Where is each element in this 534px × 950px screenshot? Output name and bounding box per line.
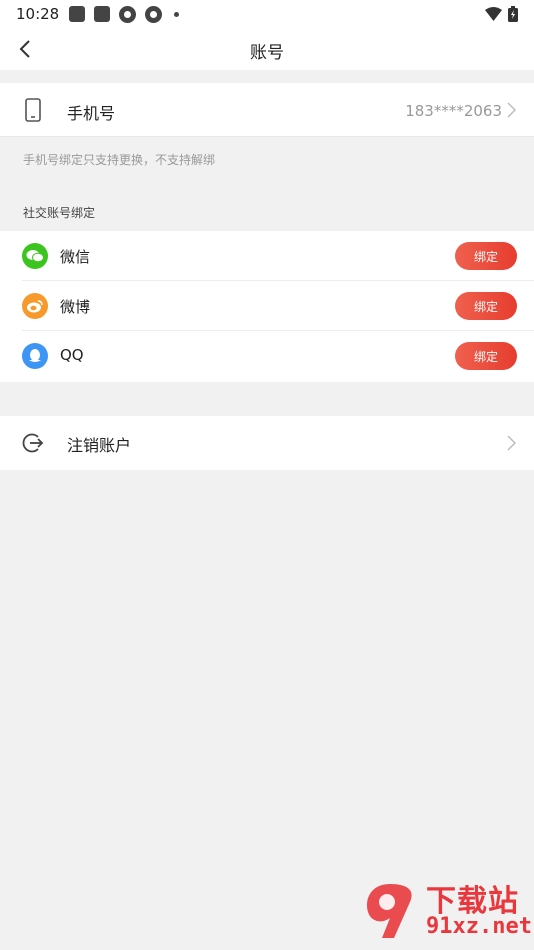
wifi-icon xyxy=(485,7,502,21)
phone-label: 手机号 xyxy=(67,104,116,123)
watermark-logo-icon xyxy=(366,884,412,938)
wechat-icon xyxy=(22,243,48,269)
qq-icon xyxy=(22,343,48,369)
status-right xyxy=(485,6,518,22)
battery-icon xyxy=(508,6,518,22)
social-row-wechat: 微信 绑定 xyxy=(0,231,534,281)
phone-hint: 手机号绑定只支持更换，不支持解绑 xyxy=(23,153,216,167)
watermark: 下载站 91xz.net xyxy=(360,876,532,948)
logout-row[interactable]: 注销账户 xyxy=(0,416,534,470)
bind-weibo-button[interactable]: 绑定 xyxy=(455,292,517,320)
notification-icon xyxy=(145,5,163,23)
bind-qq-button[interactable]: 绑定 xyxy=(455,342,517,370)
phone-icon xyxy=(25,98,41,122)
chevron-right-icon xyxy=(507,102,516,118)
chevron-right-icon xyxy=(507,435,516,451)
phone-value: 183****2063 xyxy=(405,102,502,120)
bind-wechat-button[interactable]: 绑定 xyxy=(455,242,517,270)
watermark-url: 91xz.net xyxy=(426,914,532,939)
phone-row[interactable]: 手机号 183****2063 xyxy=(0,83,534,137)
weibo-icon xyxy=(22,293,48,319)
logout-label: 注销账户 xyxy=(67,436,132,455)
page-title: 账号 xyxy=(250,43,284,63)
status-bar: 10:28 xyxy=(0,0,534,28)
social-label: QQ xyxy=(60,346,84,364)
status-time: 10:28 xyxy=(16,5,60,23)
logout-icon xyxy=(22,433,44,453)
social-row-qq: QQ 绑定 xyxy=(0,331,534,381)
social-list: 微信 绑定 微博 绑定 QQ 绑定 xyxy=(0,231,534,382)
notification-icon xyxy=(69,6,86,22)
notification-icon xyxy=(119,5,137,23)
more-notifications-icon xyxy=(174,11,180,17)
social-label: 微博 xyxy=(60,298,91,316)
nav-bar: 账号 xyxy=(0,28,534,70)
social-row-weibo: 微博 绑定 xyxy=(0,281,534,331)
social-label: 微信 xyxy=(60,248,91,266)
notification-icon xyxy=(94,6,111,22)
social-section-title: 社交账号绑定 xyxy=(23,206,96,220)
